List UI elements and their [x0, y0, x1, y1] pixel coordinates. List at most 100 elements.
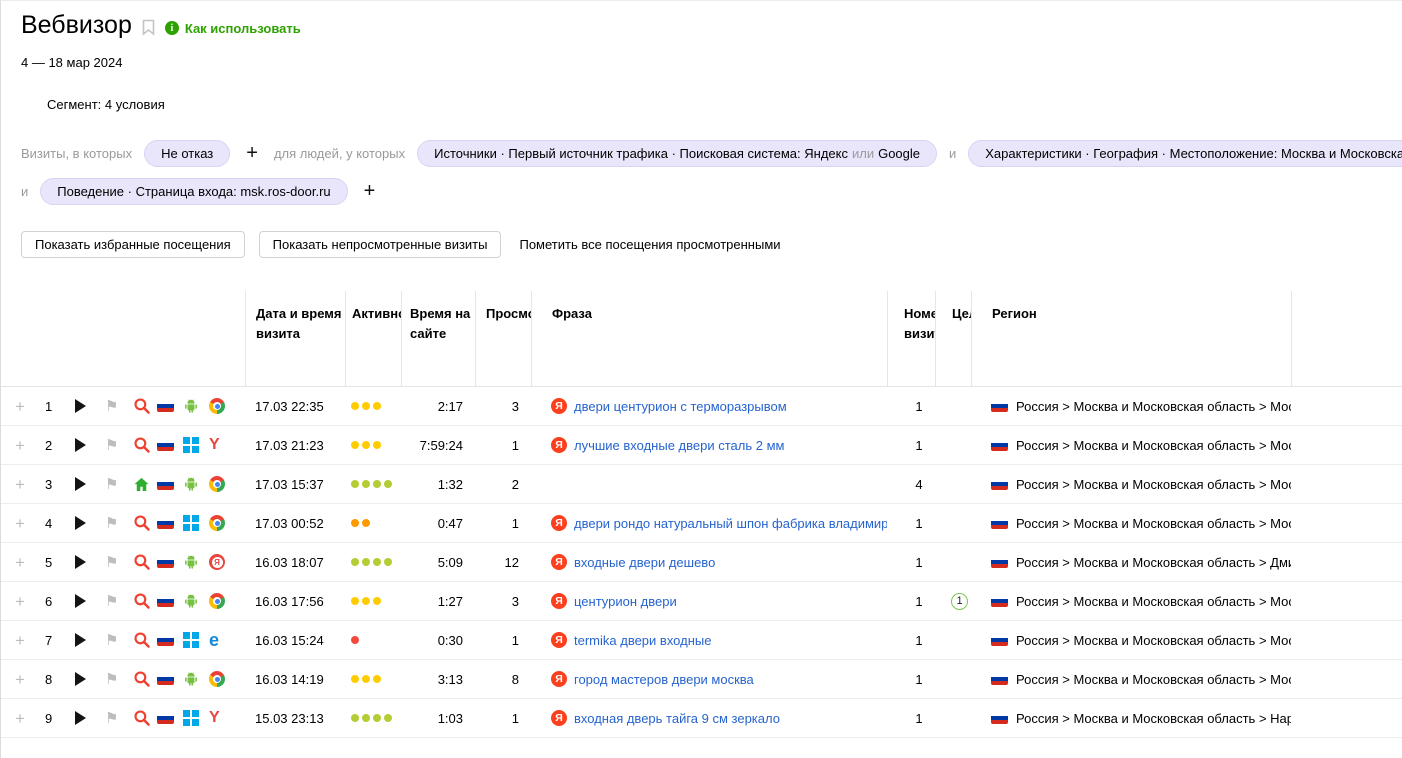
phrase-link[interactable]: двери центурион с терморазрывом	[574, 399, 787, 414]
yandex-search-icon	[551, 398, 567, 414]
expand-row-button[interactable]	[15, 593, 25, 610]
segment-label[interactable]: Сегмент: 4 условия	[47, 97, 1402, 113]
favorite-flag-icon[interactable]	[105, 633, 118, 648]
column-header-visit-number[interactable]: Номер визита	[887, 291, 935, 386]
add-people-condition-button[interactable]	[360, 181, 380, 201]
phrase-link[interactable]: город мастеров двери москва	[574, 672, 754, 687]
region-cell: Россия > Москва и Московская область > М…	[991, 633, 1291, 648]
activity-indicator	[351, 597, 381, 605]
yandex-search-icon	[551, 515, 567, 531]
android-icon	[183, 476, 199, 492]
favorite-flag-icon[interactable]	[105, 516, 118, 531]
region-text: Россия > Москва и Московская область > М…	[1016, 672, 1291, 687]
column-header-goals[interactable]: Цели	[935, 291, 971, 386]
show-favorites-button[interactable]: Показать избранные посещения	[21, 231, 245, 258]
phrase-cell: двери центурион с терморазрывом	[551, 398, 787, 414]
filter-chip-entry-page[interactable]: Поведение · Страница входа: msk.ros-door…	[40, 178, 347, 205]
column-header-phrase[interactable]: Фраза	[531, 291, 887, 386]
expand-row-button[interactable]	[15, 515, 25, 532]
activity-indicator	[351, 675, 381, 683]
phrase-cell: termika двери входные	[551, 632, 711, 648]
expand-row-button[interactable]	[15, 632, 25, 649]
time-on-site: 1:27	[438, 594, 463, 609]
play-visit-button[interactable]	[75, 516, 86, 530]
favorite-flag-icon[interactable]	[105, 477, 118, 492]
android-icon	[183, 398, 199, 414]
phrase-link[interactable]: двери рондо натуральный шпон фабрика вла…	[574, 516, 887, 531]
activity-indicator	[351, 714, 392, 722]
add-visit-condition-button[interactable]	[242, 143, 262, 163]
expand-row-button[interactable]	[15, 476, 25, 493]
bookmark-icon[interactable]	[142, 19, 155, 36]
visit-number: 4	[915, 477, 922, 492]
views-count: 3	[512, 594, 519, 609]
phrase-link[interactable]: входные двери дешево	[574, 555, 715, 570]
filter-chip-not-bounce[interactable]: Не отказ	[144, 140, 230, 167]
favorite-flag-icon[interactable]	[105, 399, 118, 414]
activity-indicator	[351, 558, 392, 566]
region-cell: Россия > Москва и Московская область > М…	[991, 399, 1291, 414]
play-visit-button[interactable]	[75, 555, 86, 569]
time-on-site: 0:47	[438, 516, 463, 531]
favorite-flag-icon[interactable]	[105, 594, 118, 609]
region-text: Россия > Москва и Московская область > М…	[1016, 477, 1291, 492]
show-unviewed-button[interactable]: Показать непросмотренные визиты	[259, 231, 502, 258]
table-row: 8 16.03 14:19 3:13 8 город мастеров двер…	[1, 660, 1402, 699]
chrome-icon	[209, 671, 225, 687]
filter-chip-traffic-source[interactable]: Источники · Первый источник трафика · По…	[417, 140, 937, 167]
play-visit-button[interactable]	[75, 672, 86, 686]
play-visit-button[interactable]	[75, 477, 86, 491]
filter-chip-geography[interactable]: Характеристики · География · Местоположе…	[968, 140, 1402, 167]
region-text: Россия > Москва и Московская область > М…	[1016, 633, 1291, 648]
play-visit-button[interactable]	[75, 438, 86, 452]
yandex-search-icon	[551, 710, 567, 726]
visit-number: 1	[915, 633, 922, 648]
webvisor-page: Вебвизор Как использовать 4 — 18 мар 202…	[0, 0, 1402, 758]
chrome-icon	[209, 593, 225, 609]
expand-row-button[interactable]	[15, 554, 25, 571]
region-text: Россия > Москва и Московская область > Н…	[1016, 711, 1291, 726]
play-visit-button[interactable]	[75, 399, 86, 413]
column-header-region[interactable]: Регион	[971, 291, 1291, 386]
favorite-flag-icon[interactable]	[105, 672, 118, 687]
play-visit-button[interactable]	[75, 594, 86, 608]
favorite-flag-icon[interactable]	[105, 555, 118, 570]
phrase-link[interactable]: центурион двери	[574, 594, 677, 609]
visit-number: 1	[915, 672, 922, 687]
expand-row-button[interactable]	[15, 710, 25, 727]
android-icon	[183, 554, 199, 570]
how-to-use-link[interactable]: Как использовать	[165, 21, 301, 36]
expand-row-button[interactable]	[15, 437, 25, 454]
search-icon	[133, 436, 151, 454]
region-text: Россия > Москва и Московская область > М…	[1016, 399, 1291, 414]
region-text: Россия > Москва и Московская область > М…	[1016, 594, 1291, 609]
expand-row-button[interactable]	[15, 671, 25, 688]
visit-datetime: 17.03 15:37	[255, 477, 324, 492]
visit-number: 1	[915, 516, 922, 531]
favorite-flag-icon[interactable]	[105, 438, 118, 453]
expand-row-button[interactable]	[15, 398, 25, 415]
play-visit-button[interactable]	[75, 633, 86, 647]
column-header-time-on-site[interactable]: Время на сайте	[401, 291, 475, 386]
phrase-link[interactable]: лучшие входные двери сталь 2 мм	[574, 438, 784, 453]
date-range-selector[interactable]: 4 — 18 мар 2024	[21, 55, 1402, 71]
page-header: Вебвизор Как использовать	[1, 1, 1402, 41]
windows-icon	[183, 515, 199, 531]
row-number: 6	[45, 594, 52, 609]
row-number: 1	[45, 399, 52, 414]
mark-all-viewed-button[interactable]: Пометить все посещения просмотренными	[515, 237, 780, 252]
visit-number: 1	[915, 594, 922, 609]
row-number: 8	[45, 672, 52, 687]
column-header-views[interactable]: Просмотры	[475, 291, 531, 386]
windows-icon	[183, 632, 199, 648]
row-number: 5	[45, 555, 52, 570]
time-on-site: 1:03	[438, 711, 463, 726]
phrase-link[interactable]: входная дверь тайга 9 см зеркало	[574, 711, 780, 726]
play-visit-button[interactable]	[75, 711, 86, 725]
russia-flag-icon	[157, 712, 174, 724]
favorite-flag-icon[interactable]	[105, 711, 118, 726]
column-header-activity[interactable]: Активность	[345, 291, 401, 386]
column-header-date[interactable]: Дата и время визита	[245, 291, 345, 386]
phrase-link[interactable]: termika двери входные	[574, 633, 711, 648]
yandex-search-icon	[551, 437, 567, 453]
